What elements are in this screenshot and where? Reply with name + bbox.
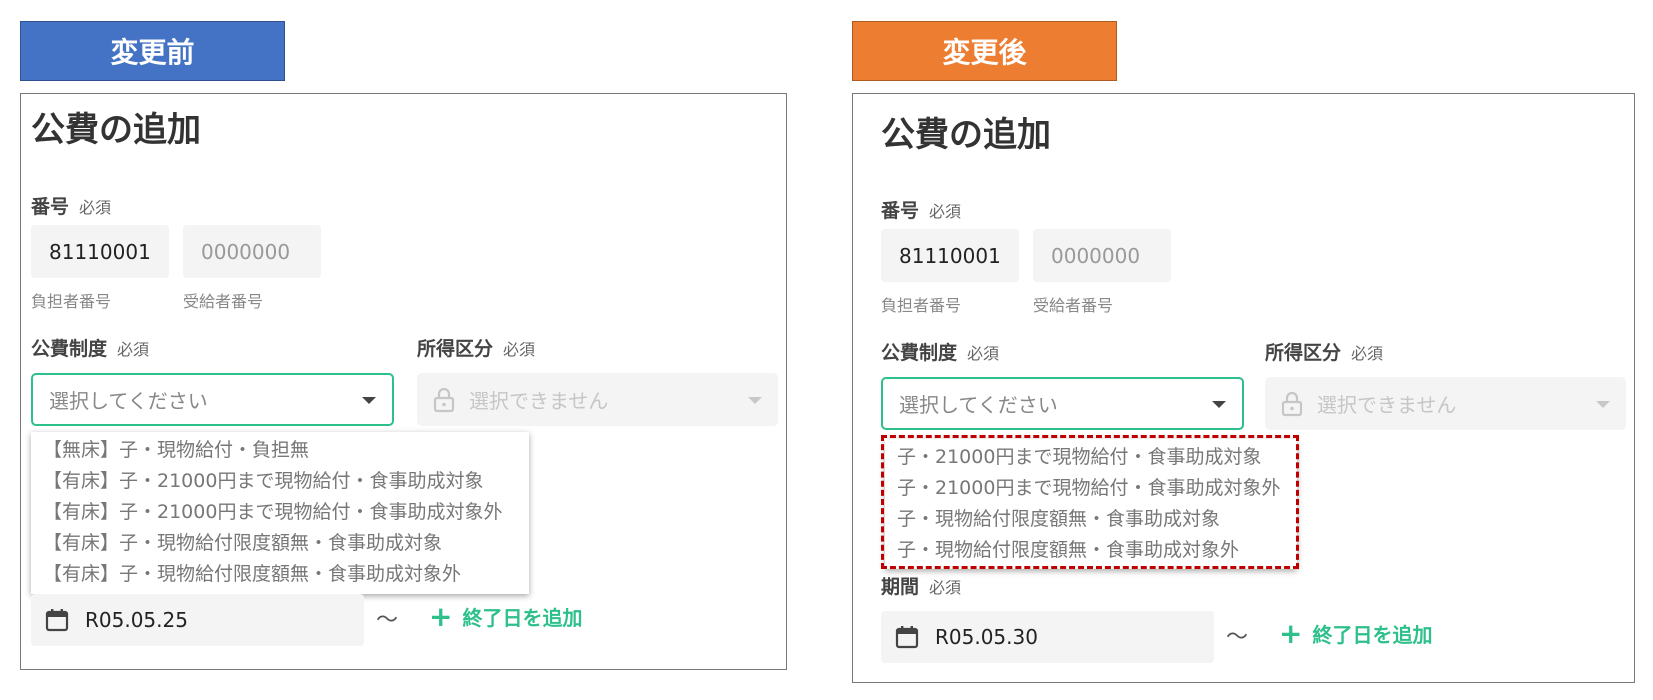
start-date-value: R05.05.30 bbox=[935, 625, 1038, 649]
lock-icon bbox=[433, 387, 455, 412]
recipient-number-input[interactable]: 0000000 bbox=[183, 225, 321, 278]
chevron-down-icon bbox=[362, 396, 376, 404]
required-tag: 必須 bbox=[929, 578, 962, 597]
after-panel: 公費の追加 番号 必須 81110001 0000000 負担者番号 受給者番号 … bbox=[852, 93, 1635, 683]
income-select-placeholder: 選択できません bbox=[469, 389, 609, 413]
add-end-date-button[interactable]: + 終了日を追加 bbox=[429, 602, 582, 631]
recipient-number-caption: 受給者番号 bbox=[1033, 296, 1114, 315]
before-badge: 変更前 bbox=[20, 21, 285, 81]
plus-icon: + bbox=[429, 599, 453, 633]
system-option[interactable]: 【有床】子・21000円まで現物給付・食事助成対象外 bbox=[31, 497, 529, 528]
system-label-text: 公費制度 bbox=[881, 342, 958, 364]
number-label-text: 番号 bbox=[881, 200, 920, 222]
period-label-text: 期間 bbox=[881, 576, 920, 598]
chevron-down-icon bbox=[1596, 400, 1610, 408]
recipient-number-placeholder: 0000000 bbox=[201, 239, 291, 264]
plus-icon: + bbox=[1279, 616, 1303, 650]
payer-number-caption: 負担者番号 bbox=[881, 296, 962, 315]
system-option[interactable]: 【有床】子・現物給付限度額無・食事助成対象外 bbox=[31, 559, 529, 590]
lock-icon bbox=[1281, 391, 1303, 416]
payer-number-caption: 負担者番号 bbox=[31, 292, 112, 311]
chevron-down-icon bbox=[1212, 400, 1226, 408]
page-title: 公費の追加 bbox=[881, 115, 1051, 155]
income-label-text: 所得区分 bbox=[1265, 342, 1342, 364]
add-end-date-button[interactable]: + 終了日を追加 bbox=[1279, 619, 1432, 648]
required-tag: 必須 bbox=[79, 198, 112, 217]
changed-options-highlight bbox=[881, 435, 1299, 569]
income-select: 選択できません bbox=[1265, 377, 1626, 430]
system-select[interactable]: 選択してください bbox=[881, 377, 1244, 430]
payer-number-input[interactable]: 81110001 bbox=[31, 225, 169, 278]
income-label: 所得区分 必須 bbox=[1265, 338, 1383, 365]
system-option[interactable]: 【有床】子・現物給付限度額無・食事助成対象 bbox=[31, 528, 529, 559]
calendar-icon bbox=[45, 609, 69, 632]
date-range-separator: 〜 bbox=[376, 608, 399, 633]
number-label-text: 番号 bbox=[31, 196, 70, 218]
system-option[interactable]: 【無床】子・現物給付・負担無 bbox=[31, 435, 529, 466]
system-select-placeholder: 選択してください bbox=[49, 389, 208, 413]
date-range-separator: 〜 bbox=[1226, 625, 1249, 650]
start-date-input[interactable]: R05.05.30 bbox=[881, 611, 1214, 663]
system-label-text: 公費制度 bbox=[31, 338, 108, 360]
add-end-date-label: 終了日を追加 bbox=[462, 606, 583, 630]
page-title: 公費の追加 bbox=[31, 110, 201, 150]
number-label: 番号 必須 bbox=[31, 192, 111, 219]
payer-number-value: 81110001 bbox=[49, 239, 151, 264]
recipient-number-input[interactable]: 0000000 bbox=[1033, 229, 1171, 282]
after-badge: 変更後 bbox=[852, 21, 1117, 81]
recipient-number-caption: 受給者番号 bbox=[183, 292, 264, 311]
start-date-input[interactable]: R05.05.25 bbox=[31, 594, 364, 646]
system-option[interactable]: 【有床】子・21000円まで現物給付・食事助成対象 bbox=[31, 466, 529, 497]
system-select-placeholder: 選択してください bbox=[899, 393, 1058, 417]
period-label: 期間 必須 bbox=[881, 572, 961, 599]
start-date-value: R05.05.25 bbox=[85, 608, 188, 632]
payer-number-value: 81110001 bbox=[899, 243, 1001, 268]
income-select: 選択できません bbox=[417, 373, 778, 426]
income-select-placeholder: 選択できません bbox=[1317, 393, 1457, 417]
system-label: 公費制度 必須 bbox=[31, 334, 149, 361]
system-select[interactable]: 選択してください bbox=[31, 373, 394, 426]
add-end-date-label: 終了日を追加 bbox=[1312, 623, 1433, 647]
required-tag: 必須 bbox=[117, 340, 150, 359]
system-options-dropdown: 【無床】子・現物給付・負担無 【有床】子・21000円まで現物給付・食事助成対象… bbox=[31, 432, 529, 594]
income-label: 所得区分 必須 bbox=[417, 334, 535, 361]
income-label-text: 所得区分 bbox=[417, 338, 494, 360]
recipient-number-placeholder: 0000000 bbox=[1051, 243, 1141, 268]
before-panel: 公費の追加 番号 必須 81110001 0000000 負担者番号 受給者番号 … bbox=[20, 93, 787, 670]
required-tag: 必須 bbox=[1351, 344, 1384, 363]
calendar-icon bbox=[895, 626, 919, 649]
required-tag: 必須 bbox=[503, 340, 536, 359]
payer-number-input[interactable]: 81110001 bbox=[881, 229, 1019, 282]
number-label: 番号 必須 bbox=[881, 196, 961, 223]
required-tag: 必須 bbox=[929, 202, 962, 221]
system-label: 公費制度 必須 bbox=[881, 338, 999, 365]
chevron-down-icon bbox=[748, 396, 762, 404]
required-tag: 必須 bbox=[967, 344, 1000, 363]
